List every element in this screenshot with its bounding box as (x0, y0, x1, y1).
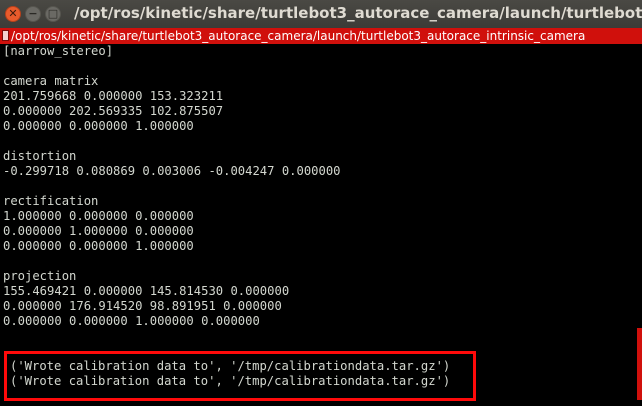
title-bar[interactable]: ✕ − □ /opt/ros/kinetic/share/turtlebot3_… (0, 0, 642, 28)
tab-bar: /opt/ros/kinetic/share/turtlebot3_autora… (0, 28, 642, 44)
terminal-line: 0.000000 202.569335 102.875507 (3, 104, 224, 118)
minimize-icon: − (28, 7, 38, 20)
terminal-line: 201.759668 0.000000 153.323211 (3, 89, 224, 103)
tab-label: /opt/ros/kinetic/share/turtlebot3_autora… (11, 29, 586, 43)
close-button[interactable]: ✕ (5, 6, 21, 22)
tab-active[interactable]: /opt/ros/kinetic/share/turtlebot3_autora… (0, 28, 642, 44)
terminal-line: -0.299718 0.080869 0.003006 -0.004247 0.… (3, 164, 341, 178)
terminal-tab-icon (2, 30, 9, 41)
terminal-line: distortion (3, 149, 77, 163)
minimize-button[interactable]: − (25, 6, 41, 22)
terminal-line: [narrow_stereo] (3, 44, 114, 58)
terminal-line: 0.000000 176.914520 98.891951 0.000000 (3, 299, 282, 313)
terminal-line: projection (3, 269, 77, 283)
maximize-button[interactable]: □ (45, 6, 61, 22)
terminal-window: ✕ − □ /opt/ros/kinetic/share/turtlebot3_… (0, 0, 642, 406)
terminal-line: rectification (3, 194, 99, 208)
terminal-line: 0.000000 0.000000 1.000000 (3, 239, 194, 253)
close-icon: ✕ (8, 7, 18, 20)
maximize-icon: □ (47, 7, 59, 20)
scrollbar-thumb[interactable] (637, 328, 642, 400)
terminal-line: 155.469421 0.000000 145.814530 0.000000 (3, 284, 290, 298)
terminal-line: 1.000000 0.000000 0.000000 (3, 209, 194, 223)
window-title: /opt/ros/kinetic/share/turtlebot3_autora… (74, 4, 642, 22)
highlight-box (4, 351, 476, 401)
terminal-line: 0.000000 1.000000 0.000000 (3, 224, 194, 238)
terminal-line: 0.000000 0.000000 1.000000 0.000000 (3, 314, 260, 328)
terminal-line: camera matrix (3, 74, 99, 88)
terminal-line: 0.000000 0.000000 1.000000 (3, 119, 194, 133)
